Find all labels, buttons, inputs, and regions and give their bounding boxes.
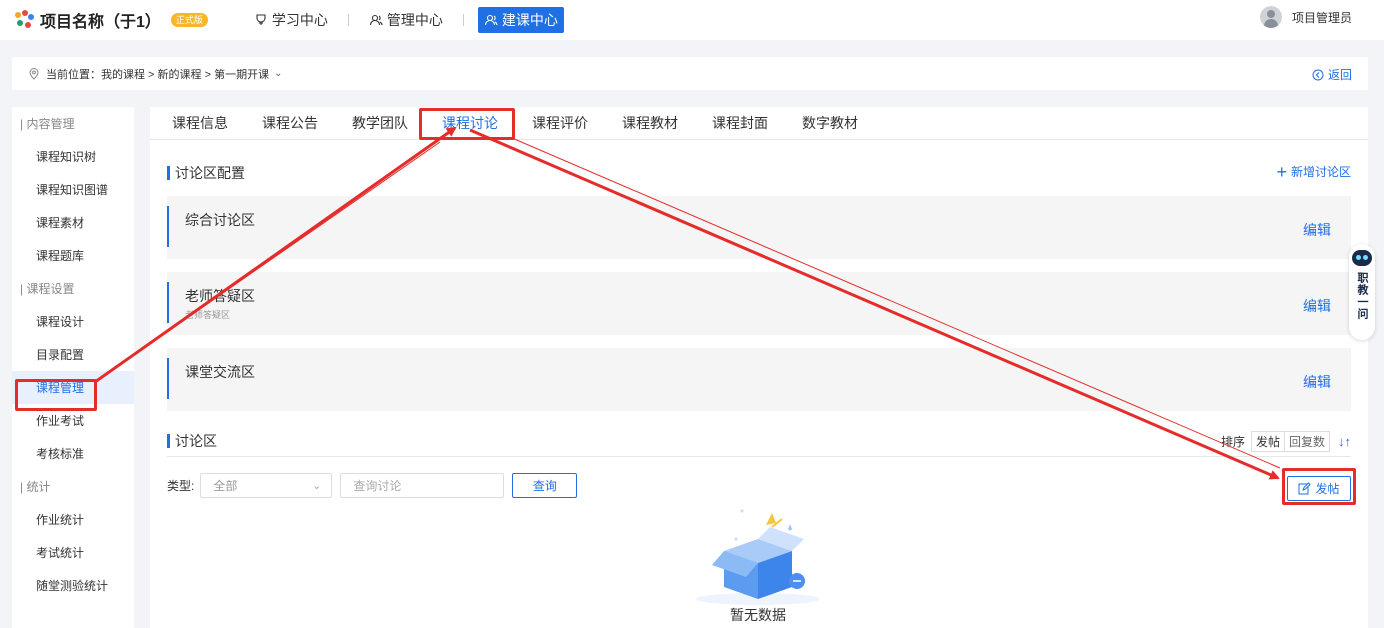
- project-title: 项目名称（于1）: [40, 14, 161, 31]
- zone-edit-button[interactable]: 编辑: [1303, 220, 1331, 240]
- zone-card: 综合讨论区 编辑: [167, 196, 1351, 259]
- type-label: 类型:: [167, 479, 195, 493]
- sort-label: 排序: [1220, 435, 1245, 449]
- sort-by-replies[interactable]: 回复数: [1283, 432, 1329, 451]
- nav-learning-center[interactable]: 学习中心: [248, 7, 334, 33]
- tab-course-discussion[interactable]: 课程讨论: [425, 107, 515, 139]
- learning-icon: [256, 14, 266, 25]
- sidebar-item-homework-stats[interactable]: 作业统计: [12, 503, 134, 536]
- chevron-down-icon: ⌄: [312, 480, 322, 492]
- user-menu[interactable]: 项目管理员: [1259, 6, 1352, 28]
- discussion-section-title: 讨论区: [167, 431, 217, 451]
- tab-course-review[interactable]: 课程评价: [515, 107, 605, 139]
- query-button[interactable]: 查询: [512, 473, 578, 498]
- assistant-widget[interactable]: 职教一问: [1349, 244, 1375, 340]
- course-tabs: 课程信息 课程公告 教学团队 课程讨论 课程评价 课程教材 课程封面 数字教材: [150, 107, 1368, 140]
- empty-text: 暂无数据: [730, 607, 786, 623]
- breadcrumb: 当前位置：我的课程 > 新的课程 > 第一期开课 ⌄ 返回: [12, 57, 1368, 90]
- robot-icon: [1352, 250, 1372, 266]
- nav-divider: [462, 14, 464, 26]
- avatar: [1259, 6, 1282, 28]
- config-section-title: 讨论区配置: [167, 163, 245, 183]
- user-name: 项目管理员: [1291, 10, 1352, 25]
- tab-course-textbook[interactable]: 课程教材: [605, 107, 695, 139]
- filter-bar: 类型: 全部 ⌄ 查询: [167, 473, 578, 498]
- sidebar-group-content: | 内容管理: [20, 117, 75, 131]
- location-icon: [29, 67, 39, 80]
- breadcrumb-text: 当前位置：我的课程 > 新的课程 > 第一期开课: [46, 68, 270, 81]
- sort-by-post[interactable]: 发帖: [1252, 432, 1284, 451]
- sidebar-item-course-design[interactable]: 课程设计: [12, 305, 134, 338]
- empty-box-icon: [696, 509, 820, 605]
- main-nav: 学习中心 管理中心 建课中心: [248, 7, 564, 33]
- release-badge: 正式版: [170, 13, 208, 27]
- zone-card: 老师答疑区 老师答疑区 编辑: [167, 272, 1351, 335]
- search-input[interactable]: [340, 473, 505, 498]
- tab-course-cover[interactable]: 课程封面: [695, 107, 785, 139]
- type-select[interactable]: 全部 ⌄: [200, 473, 333, 498]
- tab-course-info[interactable]: 课程信息: [155, 107, 245, 139]
- back-link[interactable]: 返回: [1312, 66, 1352, 83]
- sidebar-group-settings: | 课程设置: [20, 282, 75, 296]
- sort-direction-icon[interactable]: ↓↑: [1338, 434, 1351, 449]
- tab-teaching-team[interactable]: 教学团队: [335, 107, 425, 139]
- nav-management-center[interactable]: 管理中心: [363, 7, 449, 33]
- logo[interactable]: 项目名称（于1） 正式版: [14, 8, 208, 32]
- top-header: 项目名称（于1） 正式版 学习中心 管理中心 建课中心 项目管理员: [0, 0, 1384, 40]
- zone-subtitle: 老师答疑区: [185, 310, 231, 320]
- users-icon: [369, 14, 383, 26]
- sidebar-item-catalog-config[interactable]: 目录配置: [12, 338, 134, 371]
- nav-divider: [347, 14, 349, 26]
- add-zone-button[interactable]: + 新增讨论区: [1276, 161, 1351, 182]
- sidebar-item-materials[interactable]: 课程素材: [12, 206, 134, 239]
- post-button[interactable]: 发帖: [1287, 476, 1351, 501]
- divider: [167, 456, 1351, 457]
- assistant-label: 职教一问: [1356, 272, 1368, 320]
- sidebar-item-knowledge-tree[interactable]: 课程知识树: [12, 140, 134, 173]
- zone-name: 综合讨论区: [185, 212, 255, 228]
- sidebar-group-stats: | 统计: [20, 480, 51, 494]
- sort-control: 排序 发帖 回复数 ↓↑: [1221, 431, 1351, 452]
- main-panel: 课程信息 课程公告 教学团队 课程讨论 课程评价 课程教材 课程封面 数字教材 …: [150, 107, 1368, 628]
- sidebar-item-assessment[interactable]: 考核标准: [12, 437, 134, 470]
- sidebar: | 内容管理 课程知识树 课程知识图谱 课程素材 课程题库 | 课程设置 课程设…: [12, 107, 134, 628]
- empty-state: 暂无数据: [678, 499, 838, 628]
- build-icon: [484, 14, 498, 26]
- logo-icon: [14, 10, 34, 30]
- sidebar-item-quiz-stats[interactable]: 随堂测验统计: [12, 569, 134, 602]
- zone-edit-button[interactable]: 编辑: [1303, 296, 1331, 316]
- sidebar-item-homework-exam[interactable]: 作业考试: [12, 404, 134, 437]
- sidebar-item-question-bank[interactable]: 课程题库: [12, 239, 134, 272]
- zone-card: 课堂交流区 编辑: [167, 348, 1351, 411]
- zone-edit-button[interactable]: 编辑: [1303, 372, 1331, 392]
- plus-icon: +: [1276, 161, 1287, 182]
- tab-course-notice[interactable]: 课程公告: [245, 107, 335, 139]
- chevron-down-icon[interactable]: ⌄: [274, 68, 282, 79]
- sort-options: 发帖 回复数: [1250, 431, 1330, 452]
- sidebar-item-knowledge-graph[interactable]: 课程知识图谱: [12, 173, 134, 206]
- nav-build-center[interactable]: 建课中心: [477, 7, 564, 33]
- zone-name: 课堂交流区: [185, 364, 255, 380]
- sidebar-item-course-management[interactable]: 课程管理: [12, 371, 134, 404]
- edit-icon: [1298, 482, 1312, 495]
- zone-name: 老师答疑区: [185, 288, 255, 304]
- tab-digital-textbook[interactable]: 数字教材: [785, 107, 875, 139]
- back-icon: [1312, 69, 1324, 80]
- sidebar-item-exam-stats[interactable]: 考试统计: [12, 536, 134, 569]
